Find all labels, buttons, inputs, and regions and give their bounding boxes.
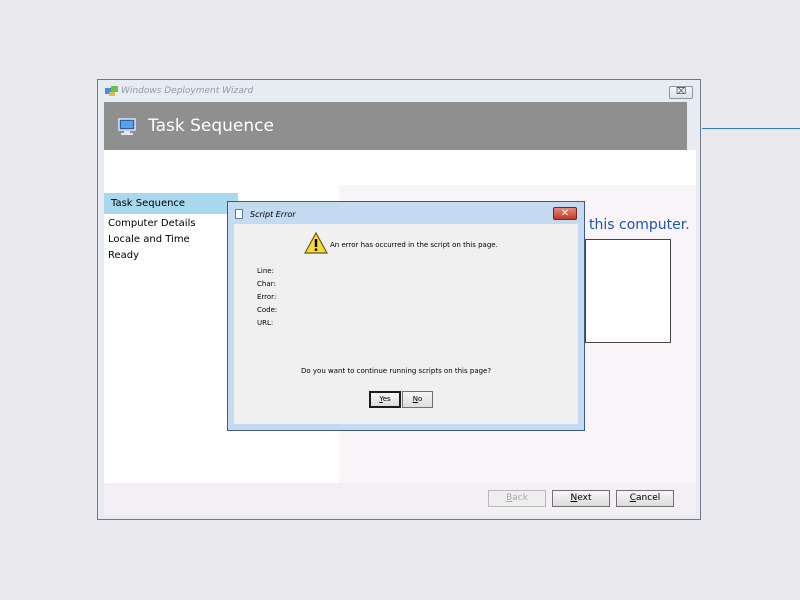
warning-icon — [304, 232, 328, 254]
wizard-app-icon — [105, 86, 118, 96]
nav-item-task-sequence[interactable]: Task Sequence — [104, 193, 238, 214]
dialog-body: An error has occurred in the script on t… — [234, 224, 578, 424]
dialog-title: Script Error — [250, 210, 296, 219]
field-url-label: URL: — [257, 319, 274, 327]
wizard-header-banner: Task Sequence — [104, 102, 687, 150]
wizard-top-strip — [104, 150, 696, 185]
yes-button[interactable]: Yes — [369, 391, 401, 408]
dialog-titlebar: Script Error ✕ — [228, 202, 584, 224]
wizard-page-title: Task Sequence — [148, 116, 274, 136]
no-button[interactable]: No — [402, 391, 433, 408]
wizard-close-button[interactable]: ⌧ — [669, 86, 693, 99]
continue-question: Do you want to continue running scripts … — [301, 367, 492, 375]
nav-item-computer-details[interactable]: Computer Details — [108, 216, 196, 231]
nav-item-locale-and-time[interactable]: Locale and Time — [108, 232, 190, 247]
wizard-window-title: Windows Deployment Wizard — [121, 86, 254, 96]
dialog-close-button[interactable]: ✕ — [553, 207, 577, 220]
computer-icon — [118, 118, 136, 135]
wizard-footer: Back Next Cancel — [104, 483, 696, 515]
next-button[interactable]: Next — [552, 490, 610, 507]
document-icon — [235, 209, 243, 219]
nav-item-ready[interactable]: Ready — [108, 248, 139, 263]
error-message: An error has occurred in the script on t… — [330, 241, 498, 249]
field-code-label: Code: — [257, 306, 278, 314]
script-error-dialog: Script Error ✕ An error has occurred in … — [227, 201, 585, 431]
background-accent-line — [702, 128, 800, 129]
back-button[interactable]: Back — [488, 490, 546, 507]
content-heading: this computer. — [589, 217, 690, 233]
wizard-titlebar: Windows Deployment Wizard ⌧ — [98, 80, 700, 102]
cancel-button[interactable]: Cancel — [616, 490, 674, 507]
task-sequence-list[interactable] — [585, 239, 671, 343]
field-line-label: Line: — [257, 267, 274, 275]
field-char-label: Char: — [257, 280, 276, 288]
field-error-label: Error: — [257, 293, 277, 301]
